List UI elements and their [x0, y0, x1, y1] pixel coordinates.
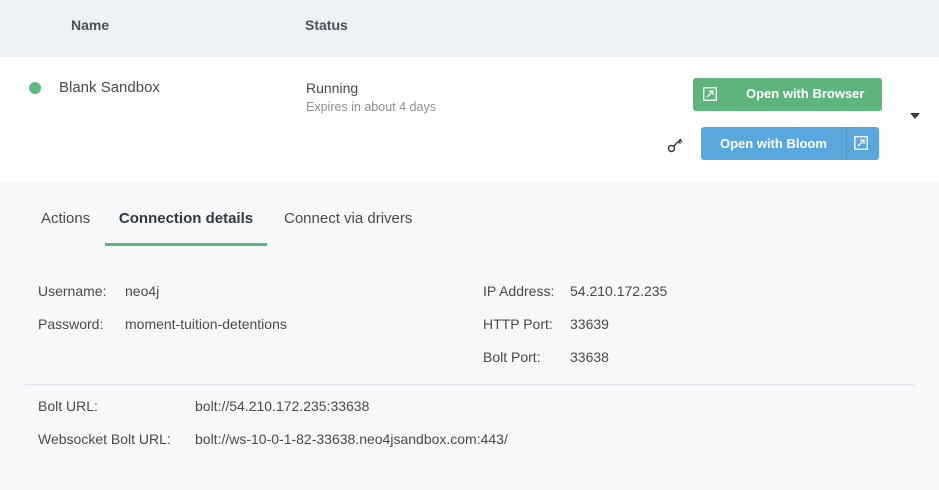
bolt-port-value: 33638 [570, 349, 609, 365]
ip-address-label: IP Address: [483, 283, 555, 299]
column-header-name: Name [71, 17, 110, 33]
status-dot [29, 82, 41, 94]
websocket-bolt-url-label: Websocket Bolt URL: [38, 431, 171, 447]
open-with-bloom-button[interactable]: Open with Bloom [701, 127, 879, 160]
password-label: Password: [38, 316, 104, 332]
username-value: neo4j [125, 283, 160, 299]
expiry-text: Expires in about 4 days [306, 100, 436, 114]
bolt-url-label: Bolt URL: [38, 398, 98, 414]
password-value: moment-tuition-detentions [125, 316, 287, 332]
http-port-label: HTTP Port: [483, 316, 553, 332]
open-with-bloom-label: Open with Bloom [720, 136, 827, 151]
section-divider [25, 384, 915, 385]
button-divider [846, 127, 847, 160]
chevron-down-icon[interactable] [909, 112, 921, 120]
tab-connect-via-drivers-label: Connect via drivers [284, 210, 413, 227]
status-text: Running [306, 80, 359, 96]
tab-actions[interactable]: Actions [41, 206, 90, 246]
tab-connect-via-drivers[interactable]: Connect via drivers [284, 206, 412, 246]
username-label: Username: [38, 283, 107, 299]
tab-actions-label: Actions [41, 210, 91, 227]
column-header-status: Status [305, 17, 348, 33]
external-link-icon [703, 87, 717, 101]
tab-connection-details[interactable]: Connection details [105, 206, 267, 246]
table-header: Name Status [0, 0, 939, 57]
websocket-bolt-url-value: bolt://ws-10-0-1-82-33638.neo4jsandbox.c… [195, 431, 508, 447]
http-port-value: 33639 [570, 316, 609, 332]
key-icon[interactable] [667, 137, 685, 153]
bolt-port-label: Bolt Port: [483, 349, 541, 365]
sandbox-name: Blank Sandbox [59, 79, 160, 96]
bolt-url-value: bolt://54.210.172.235:33638 [195, 398, 370, 414]
open-with-browser-label: Open with Browser [746, 86, 865, 101]
sandbox-row[interactable]: Blank Sandbox Running Expires in about 4… [0, 57, 939, 182]
open-with-browser-button[interactable]: Open with Browser [693, 78, 882, 111]
ip-address-value: 54.210.172.235 [570, 283, 668, 299]
tab-connection-details-label: Connection details [118, 210, 254, 227]
external-link-icon [854, 136, 868, 150]
